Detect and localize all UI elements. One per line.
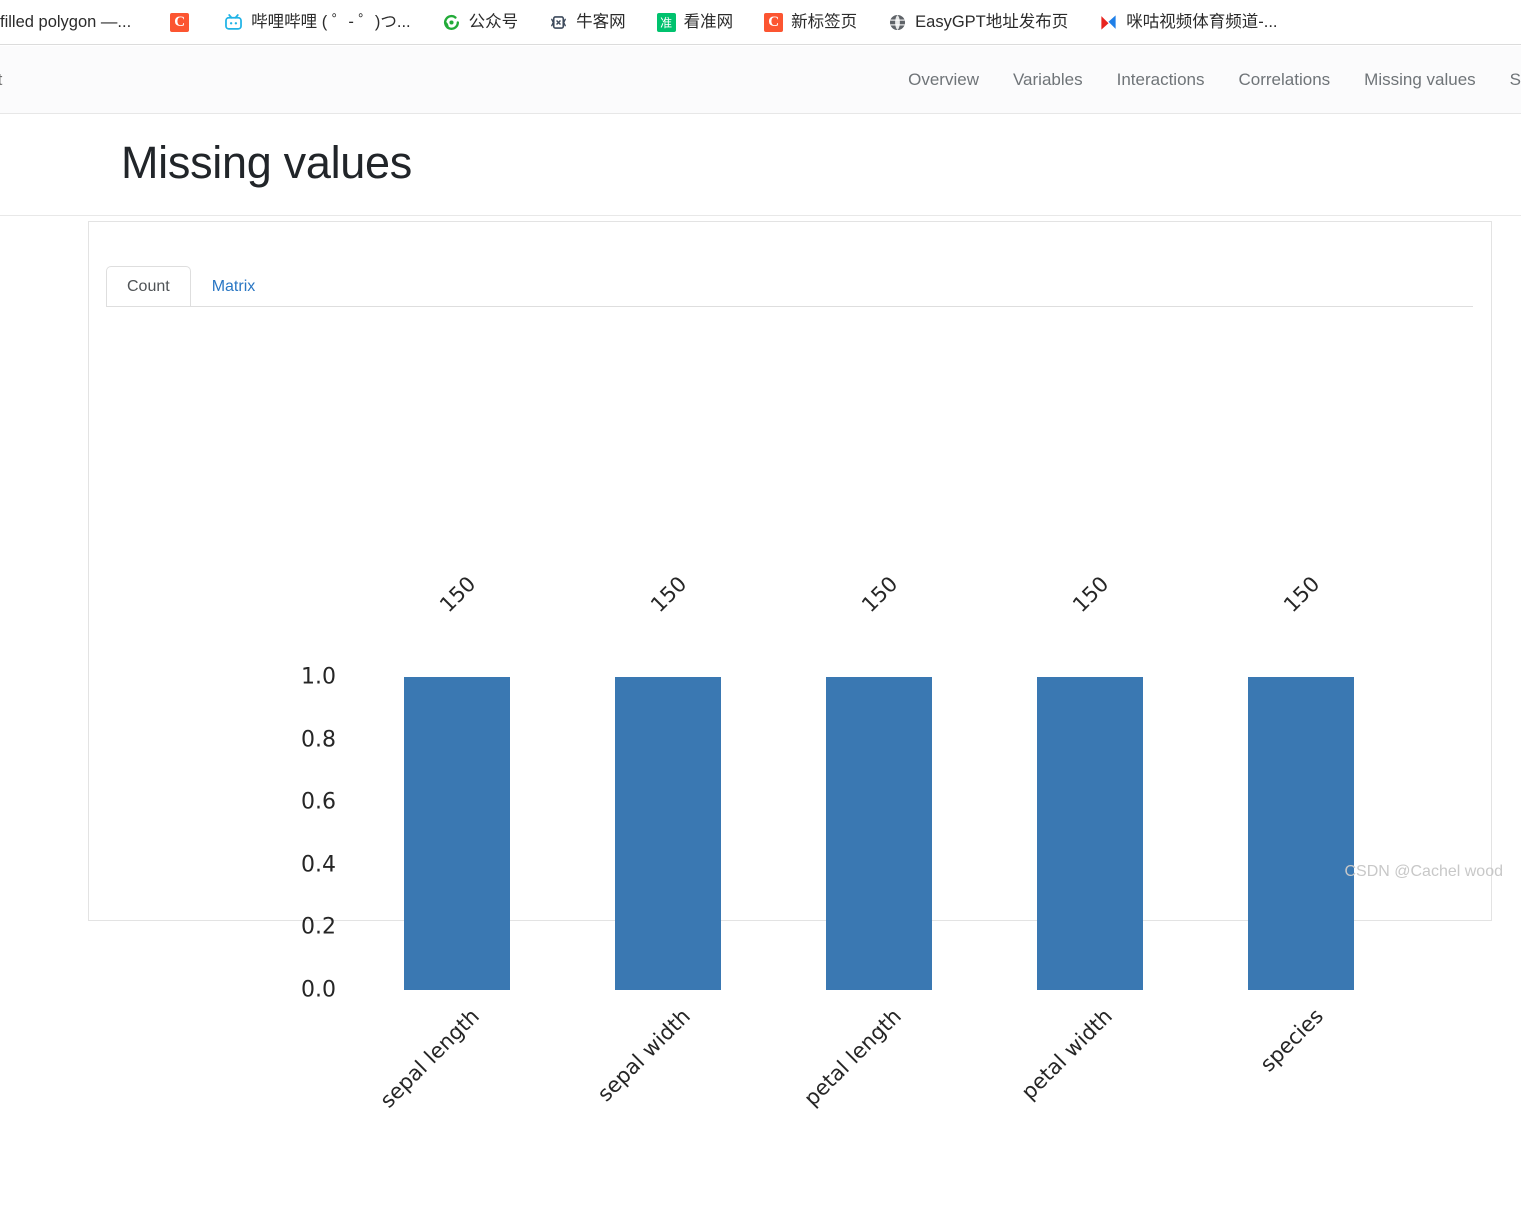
bar (615, 677, 721, 990)
x-axis-tick-label: sepal length (375, 1004, 484, 1113)
tab-divider (106, 306, 1473, 307)
nav-link-sample[interactable]: S (1493, 70, 1521, 90)
csdn-icon: C (170, 12, 190, 32)
kanzhun-icon: 准 (656, 12, 676, 32)
globe-icon (888, 13, 907, 32)
bookmark-label: 公众号 (468, 12, 519, 31)
bar (826, 677, 932, 990)
wechat-mp-icon (442, 13, 461, 32)
bookmark-item[interactable]: 牛客网 (542, 6, 633, 38)
y-axis-tick: 0.6 (301, 789, 336, 815)
bookmark-item[interactable]: EasyGPT地址发布页 (881, 6, 1075, 38)
x-axis-tick-label: petal width (1016, 1004, 1117, 1105)
migu-icon (1099, 13, 1118, 32)
bookmark-label: filled polygon —... (0, 12, 132, 31)
bookmark-item[interactable]: 哔哩哔哩 ( ゜- ゜)つ... (217, 6, 418, 38)
tab-matrix[interactable]: Matrix (191, 266, 277, 306)
bar-value-label: 150 (435, 571, 481, 617)
bookmark-item[interactable]: C 新标签页 (757, 6, 864, 38)
nav-link-correlations[interactable]: Correlations (1222, 70, 1348, 90)
site-navbar: rt Overview Variables Interactions Corre… (0, 46, 1521, 114)
missing-values-card: Count Matrix 0.0 0.2 0.4 0.6 0.8 1.0 150 sepal … (88, 221, 1493, 1113)
bookmark-label: 牛客网 (576, 12, 626, 31)
bookmark-label: 看准网 (683, 12, 734, 31)
csdn-icon: C (764, 12, 784, 32)
bookmark-item[interactable]: 公众号 (435, 6, 526, 38)
x-axis-tick-label: petal length (799, 1004, 906, 1111)
y-axis-tick: 0.8 (301, 727, 336, 753)
bar (1248, 677, 1354, 990)
y-axis-tick: 0.0 (301, 977, 336, 1003)
watermark: CSDN @Cachel wood (1344, 863, 1503, 880)
tab-count[interactable]: Count (106, 266, 191, 306)
main-content: Missing values Count Matrix 0.0 0.2 0.4 0.6… (0, 115, 1521, 1113)
missing-values-bar-chart: 0.0 0.2 0.4 0.6 0.8 1.0 150 sepal length 150 sepa… (89, 317, 1493, 1113)
x-axis-tick-label: species (1255, 1004, 1328, 1077)
bookmark-label: 哔哩哔哩 ( ゜- ゜)つ... (251, 12, 411, 31)
y-axis-tick: 0.2 (301, 914, 336, 940)
nav-link-interactions[interactable]: Interactions (1100, 70, 1222, 90)
bookmark-item[interactable]: C (163, 6, 196, 38)
navbar-links: Overview Variables Interactions Correlat… (891, 46, 1521, 113)
y-axis-tick: 1.0 (301, 664, 336, 690)
bar-value-label: 150 (646, 571, 692, 617)
bar-value-label: 150 (857, 571, 903, 617)
bar (404, 677, 510, 990)
bar-value-label: 150 (1068, 571, 1114, 617)
navbar-brand[interactable]: rt (0, 70, 2, 90)
nowcoder-icon (549, 13, 568, 32)
bookmark-item[interactable]: filled polygon —... (0, 6, 138, 38)
bar (1037, 677, 1143, 990)
bookmark-item[interactable]: 准 看准网 (650, 6, 741, 38)
tab-bar: Count Matrix (106, 260, 276, 306)
nav-link-overview[interactable]: Overview (891, 70, 996, 90)
bookmarks-bar: filled polygon —... C 哔哩哔哩 ( ゜- ゜)つ... 公… (0, 0, 1521, 45)
nav-link-variables[interactable]: Variables (996, 70, 1100, 90)
bookmark-item[interactable]: 咪咕视频体育频道-... (1092, 6, 1284, 38)
bookmark-label: 新标签页 (791, 12, 858, 31)
bilibili-icon (224, 13, 243, 32)
nav-link-missing-values[interactable]: Missing values (1347, 70, 1493, 90)
page-title: Missing values (121, 137, 412, 188)
title-divider (0, 215, 1521, 216)
bookmark-label: 咪咕视频体育频道-... (1126, 12, 1278, 31)
y-axis-tick: 0.4 (301, 852, 336, 878)
bookmark-label: EasyGPT地址发布页 (915, 12, 1069, 31)
x-axis-tick-label: sepal width (592, 1004, 695, 1107)
bar-value-label: 150 (1279, 571, 1325, 617)
